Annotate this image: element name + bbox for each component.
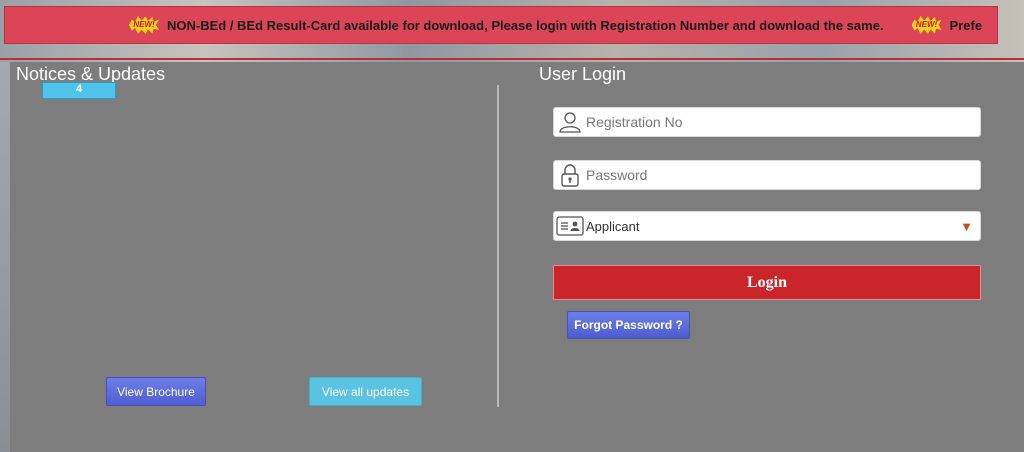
password-field[interactable]	[553, 160, 981, 190]
notice-count-badge: 4	[42, 82, 116, 99]
registration-input[interactable]	[586, 114, 956, 130]
view-brochure-button[interactable]: View Brochure	[106, 377, 206, 406]
role-select[interactable]: Applicant ▼	[553, 211, 981, 241]
background-photo-left	[0, 62, 10, 452]
new-badge-icon: NEW!	[911, 16, 942, 34]
header-divider	[0, 58, 1024, 60]
panel-divider	[497, 85, 499, 407]
login-title: User Login	[539, 64, 627, 84]
password-input[interactable]	[586, 167, 956, 183]
new-badge-icon: NEW!	[129, 16, 159, 34]
registration-field[interactable]	[553, 107, 981, 137]
user-icon	[554, 107, 586, 137]
view-all-updates-button[interactable]: View all updates	[309, 377, 422, 406]
forgot-password-button[interactable]: Forgot Password ?	[567, 311, 690, 339]
chevron-down-icon[interactable]: ▼	[960, 219, 973, 234]
role-selected-value: Applicant	[586, 218, 640, 234]
ticker-message-next[interactable]: Prefe	[950, 18, 983, 33]
news-ticker: NEW! NON-BEd / BEd Result-Card available…	[4, 6, 998, 44]
id-card-icon	[554, 211, 586, 241]
login-button[interactable]: Login	[553, 265, 981, 300]
ticker-message[interactable]: NON-BEd / BEd Result-Card available for …	[167, 18, 884, 33]
lock-icon	[554, 160, 586, 190]
